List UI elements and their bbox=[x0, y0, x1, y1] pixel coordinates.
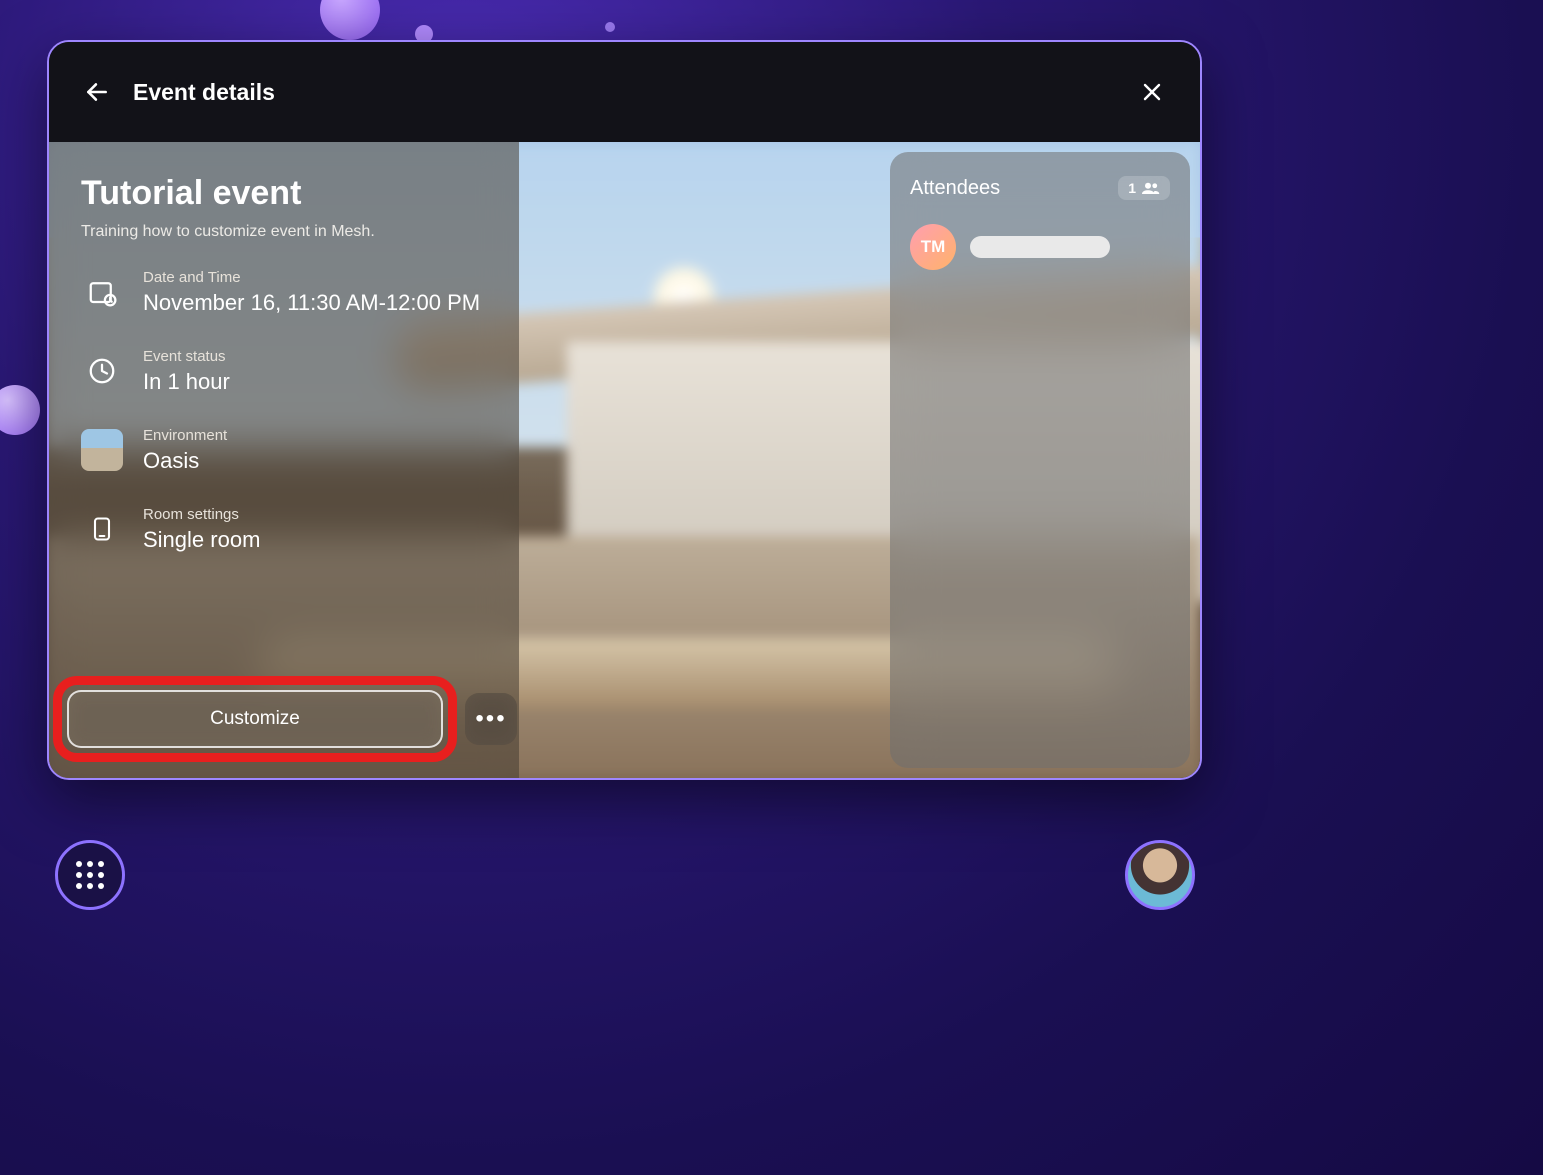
event-datetime-row: Date and Time November 16, 11:30 AM-12:0… bbox=[81, 269, 487, 316]
user-avatar-button[interactable] bbox=[1125, 840, 1195, 910]
calendar-icon bbox=[81, 271, 123, 313]
status-label: Event status bbox=[143, 348, 230, 365]
room-icon bbox=[81, 508, 123, 550]
close-button[interactable] bbox=[1134, 74, 1170, 110]
modal-title: Event details bbox=[133, 79, 1134, 106]
room-value: Single room bbox=[143, 527, 260, 553]
event-subtitle: Training how to customize event in Mesh. bbox=[81, 223, 487, 241]
environment-label: Environment bbox=[143, 427, 227, 444]
datetime-value: November 16, 11:30 AM-12:00 PM bbox=[143, 290, 480, 316]
event-info-panel: Tutorial event Training how to customize… bbox=[49, 142, 519, 778]
more-actions-button[interactable]: ••• bbox=[465, 693, 517, 745]
attendee-row[interactable]: TM bbox=[910, 224, 1170, 270]
event-actions: Customize ••• bbox=[49, 662, 579, 778]
decorative-orb bbox=[320, 0, 380, 40]
ellipsis-icon: ••• bbox=[475, 705, 506, 733]
arrow-left-icon bbox=[84, 79, 110, 105]
people-icon bbox=[1142, 181, 1160, 195]
environment-thumbnail bbox=[81, 429, 123, 471]
attendees-count: 1 bbox=[1128, 180, 1136, 196]
event-title: Tutorial event bbox=[81, 174, 487, 213]
close-icon bbox=[1140, 80, 1164, 104]
attendee-avatar: TM bbox=[910, 224, 956, 270]
event-status-row: Event status In 1 hour bbox=[81, 348, 487, 395]
customize-button[interactable]: Customize bbox=[67, 690, 443, 748]
event-details-modal: Event details Tutorial event Training ho… bbox=[47, 40, 1202, 780]
app-menu-button[interactable] bbox=[55, 840, 125, 910]
back-button[interactable] bbox=[79, 74, 115, 110]
datetime-label: Date and Time bbox=[143, 269, 480, 286]
attendees-count-badge: 1 bbox=[1118, 176, 1170, 200]
event-environment-row: Environment Oasis bbox=[81, 427, 487, 474]
grid-icon bbox=[76, 861, 104, 889]
clock-icon bbox=[81, 350, 123, 392]
attendee-name-redacted bbox=[970, 236, 1110, 258]
modal-body: Tutorial event Training how to customize… bbox=[49, 142, 1200, 778]
event-room-row: Room settings Single room bbox=[81, 506, 487, 553]
attendees-label: Attendees bbox=[910, 177, 1000, 200]
environment-value: Oasis bbox=[143, 448, 227, 474]
customize-highlight: Customize bbox=[57, 680, 453, 758]
attendees-header: Attendees 1 bbox=[910, 176, 1170, 200]
decorative-orb bbox=[605, 22, 615, 32]
room-label: Room settings bbox=[143, 506, 260, 523]
attendees-panel: Attendees 1 TM bbox=[890, 152, 1190, 768]
decorative-orb bbox=[0, 385, 40, 435]
status-value: In 1 hour bbox=[143, 369, 230, 395]
modal-header: Event details bbox=[49, 42, 1200, 142]
